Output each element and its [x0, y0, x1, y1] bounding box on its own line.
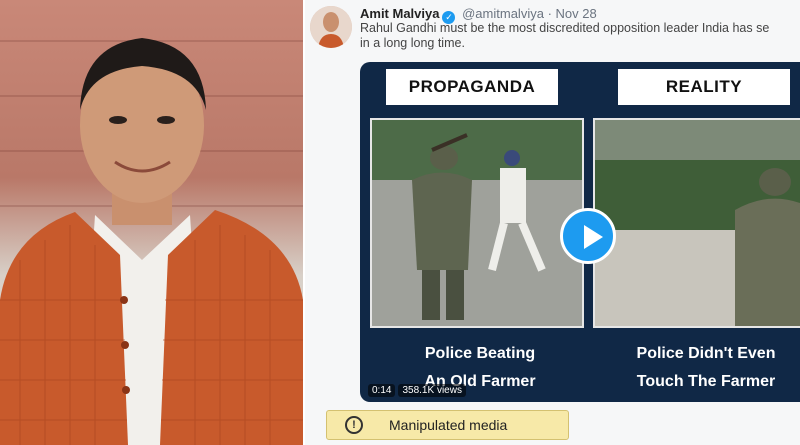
tweet-card: Amit Malviya ✓ @amitmalviya · Nov 28 Rahu… [305, 0, 800, 445]
author-handle[interactable]: @amitmalviya [462, 6, 544, 21]
author-name[interactable]: Amit Malviya [360, 6, 439, 21]
propaganda-label: PROPAGANDA [386, 69, 558, 105]
portrait-illustration [0, 38, 303, 445]
reality-frame [593, 118, 800, 328]
tweet-text-line-2: in a long long time. [360, 36, 465, 50]
tweet-text: Rahul Gandhi must be the most discredite… [360, 21, 800, 51]
propaganda-frame [370, 118, 584, 328]
propaganda-caption-line-1: Police Beating [424, 345, 536, 362]
header-separator: · [547, 6, 552, 21]
video-views: 358.1K views [398, 384, 466, 397]
portrait-photo [0, 0, 303, 445]
reality-caption: Police Didn't Even Touch The Farmer [606, 340, 800, 396]
video-meta: 0:14 358.1K views [368, 384, 469, 397]
video-duration: 0:14 [368, 384, 396, 397]
author-avatar[interactable] [310, 6, 352, 48]
play-icon[interactable] [560, 208, 616, 264]
reality-label: REALITY [618, 69, 790, 105]
manipulated-media-label: Manipulated media [389, 417, 508, 433]
tweet-date[interactable]: Nov 28 [556, 6, 597, 21]
warning-circle-icon: ! [345, 416, 363, 434]
manipulated-media-banner[interactable]: ! Manipulated media [326, 410, 569, 440]
tweet-text-line-1: Rahul Gandhi must be the most discredite… [360, 21, 770, 35]
reality-caption-line-1: Police Didn't Even [636, 345, 776, 362]
tweet-video[interactable]: PROPAGANDA REALITY Police Beating An Old… [360, 62, 800, 402]
reality-caption-line-2: Touch The Farmer [636, 373, 776, 390]
